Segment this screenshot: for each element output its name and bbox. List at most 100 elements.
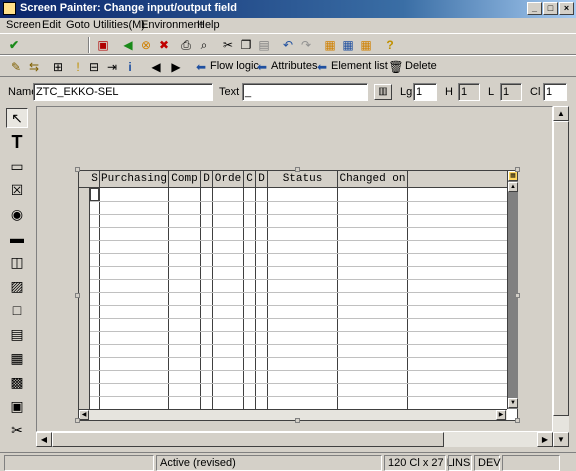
enter-icon[interactable]: ✔	[6, 37, 22, 53]
column-header[interactable]: D	[201, 171, 213, 187]
resize-handle[interactable]	[75, 293, 80, 298]
flow-logic-button[interactable]: Flow logic	[210, 60, 259, 72]
trash-icon[interactable]: 🗑	[388, 59, 404, 75]
maximize-button[interactable]: □	[543, 2, 558, 15]
resize-handle[interactable]	[515, 293, 520, 298]
scroll-right-icon[interactable]: ▶	[537, 432, 553, 447]
cancel-icon[interactable]: ✖	[156, 37, 172, 53]
table-scroll-down-icon[interactable]: ▼	[508, 398, 518, 408]
column-divider	[267, 188, 268, 409]
undo-icon[interactable]: ↶	[280, 37, 296, 53]
table-body[interactable]	[90, 188, 507, 409]
where-used-icon[interactable]: !	[70, 59, 86, 75]
radio-button-tool-icon[interactable]: ◉	[6, 204, 28, 224]
status-icon-tool-icon[interactable]: ✂	[6, 420, 28, 440]
subscreen-tool-icon[interactable]: ▤	[6, 324, 28, 344]
save-icon[interactable]: ▣	[95, 37, 111, 53]
table-vertical-scrollbar[interactable]: ▦ ▲ ▼	[507, 171, 518, 409]
column-divider	[407, 188, 408, 409]
column-header[interactable]: Changed on	[338, 171, 408, 187]
print-icon[interactable]: ⎙	[178, 37, 194, 53]
resize-handle[interactable]	[295, 167, 300, 172]
attributes-button[interactable]: Attributes	[271, 60, 317, 72]
resize-handle[interactable]	[75, 167, 80, 172]
column-header[interactable]: Status	[268, 171, 338, 187]
layout-3-icon[interactable]: ▦	[358, 37, 374, 53]
hierarchy-icon[interactable]: ⊞	[50, 59, 66, 75]
menu-edit[interactable]: Edit	[42, 19, 61, 31]
column-header[interactable]: S	[90, 171, 100, 187]
scroll-down-icon[interactable]: ▼	[553, 432, 569, 447]
flow-logic-icon[interactable]: ⬅	[193, 59, 209, 75]
help-icon[interactable]: ?	[382, 37, 398, 53]
table-control-wizard-icon[interactable]: ▩	[6, 372, 28, 392]
resize-handle[interactable]	[515, 167, 520, 172]
custom-control-tool-icon[interactable]: ▣	[6, 396, 28, 416]
row-selector-column[interactable]	[79, 188, 90, 409]
column-header[interactable]: C	[244, 171, 256, 187]
table-control[interactable]: S Purchasing Comp D Orde C D Status Chan…	[78, 170, 518, 421]
resize-handle[interactable]	[75, 418, 80, 423]
column-header[interactable]: Orde	[213, 171, 244, 187]
pointer-tool-icon[interactable]: ↖	[6, 108, 28, 128]
menu-utilities[interactable]: Utilities(M)	[93, 19, 145, 31]
table-scroll-left-icon[interactable]: ◀	[79, 410, 89, 420]
element-list-button[interactable]: Element list	[331, 60, 388, 72]
pushbutton-tool-icon[interactable]: ▬	[6, 228, 28, 248]
menu-screen[interactable]: Screen	[6, 19, 41, 31]
table-horizontal-scrollbar[interactable]: ◀ ▶	[79, 409, 507, 420]
redo-icon[interactable]: ↷	[298, 37, 314, 53]
layout-1-icon[interactable]: ▦	[322, 37, 338, 53]
resize-handle[interactable]	[295, 418, 300, 423]
previous-icon[interactable]: ◀	[148, 59, 164, 75]
canvas-horizontal-scrollbar[interactable]: ◀ ▶	[36, 432, 553, 447]
column-header[interactable]: Purchasing	[100, 171, 169, 187]
minimize-button[interactable]: _	[527, 2, 542, 15]
dictionary-icon[interactable]: ▥	[374, 84, 392, 100]
paste-icon[interactable]: ▤	[256, 37, 272, 53]
tabstrip-wizard-icon[interactable]: ▨	[6, 276, 28, 296]
other-screen-icon[interactable]: ⇆	[26, 59, 42, 75]
horizontal-scroll-thumb[interactable]	[52, 432, 444, 447]
menu-help[interactable]: Help	[197, 19, 220, 31]
menu-goto[interactable]: Goto	[66, 19, 90, 31]
layout-2-icon[interactable]: ▦	[340, 37, 356, 53]
text-field[interactable]: _	[242, 83, 368, 101]
attributes-icon[interactable]: ⬅	[254, 59, 270, 75]
back-icon[interactable]: ◀	[120, 37, 136, 53]
cut-icon[interactable]: ✂	[220, 37, 236, 53]
lg-field[interactable]: 1	[413, 83, 437, 101]
find-icon[interactable]: ⌕	[196, 37, 212, 53]
status-empty-field	[4, 455, 154, 471]
canvas-vertical-scrollbar[interactable]: ▲ ▼	[553, 106, 569, 447]
scroll-up-icon[interactable]: ▲	[553, 106, 569, 121]
first-row-select-box[interactable]	[90, 188, 99, 201]
vertical-scroll-thumb[interactable]	[553, 121, 569, 416]
move-icon[interactable]: ⇥	[104, 59, 120, 75]
cl-field[interactable]: 1	[543, 83, 567, 101]
column-header[interactable]: Comp	[169, 171, 201, 187]
exit-icon[interactable]: ⊗	[138, 37, 154, 53]
io-field-tool-icon[interactable]: ▭	[6, 156, 28, 176]
menu-environment[interactable]: Environment	[141, 19, 203, 31]
resize-handle[interactable]	[515, 418, 520, 423]
table-control-tool-icon[interactable]: ▦	[6, 348, 28, 368]
table-scroll-right-icon[interactable]: ▶	[496, 410, 506, 420]
text-field-tool-icon[interactable]: T	[6, 132, 28, 152]
delete-button[interactable]: Delete	[405, 60, 437, 72]
element-list-icon[interactable]: ⬅	[314, 59, 330, 75]
insert-icon[interactable]: ⊟	[86, 59, 102, 75]
magic-wand-icon[interactable]: ✎	[8, 59, 24, 75]
box-tool-icon[interactable]: □	[6, 300, 28, 320]
checkbox-tool-icon[interactable]: ☒	[6, 180, 28, 200]
scroll-left-icon[interactable]: ◀	[36, 432, 52, 447]
copy-icon[interactable]: ❐	[238, 37, 254, 53]
table-scroll-up-icon[interactable]: ▲	[508, 182, 518, 192]
column-header[interactable]: D	[256, 171, 268, 187]
name-field[interactable]: ZTC_EKKO-SEL	[33, 83, 213, 101]
table-settings-icon[interactable]: ▦	[508, 171, 518, 181]
close-button[interactable]: ×	[559, 2, 574, 15]
tabstrip-tool-icon[interactable]: ◫	[6, 252, 28, 272]
info-icon[interactable]: i	[122, 59, 138, 75]
next-icon[interactable]: ▶	[168, 59, 184, 75]
